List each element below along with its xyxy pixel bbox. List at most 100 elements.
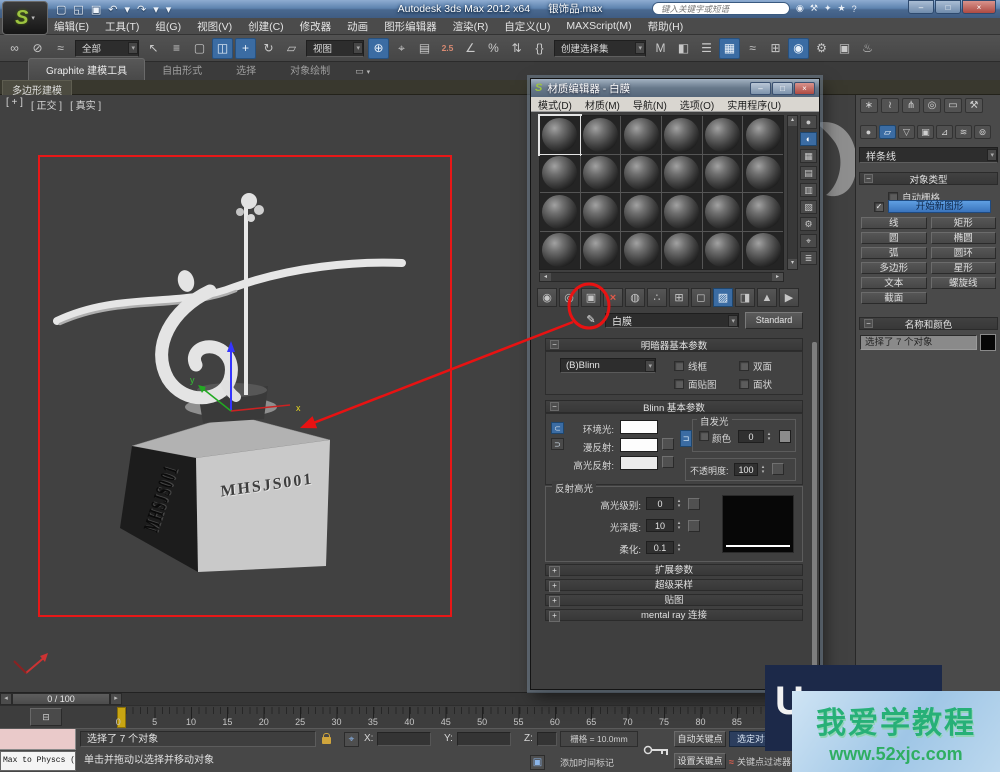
slots-horizontal-scrollbar[interactable]: ◂ ▸ [539, 272, 784, 282]
absolute-mode-icon[interactable]: ⌖ [344, 732, 359, 747]
scroll-up-icon[interactable]: ▴ [788, 116, 797, 126]
material-id-channel-icon[interactable]: ◻ [691, 288, 711, 307]
soften-field[interactable]: 0.1 [646, 541, 674, 554]
time-slider-handle[interactable]: 0 / 100 [12, 693, 110, 705]
faceted-checkbox[interactable] [739, 379, 749, 389]
select-and-scale-icon[interactable]: ▱ [281, 38, 302, 59]
modify-tab-icon[interactable]: ≀ [881, 98, 899, 113]
blinn-basic-params-rollout[interactable]: −Blinn 基本参数 [545, 400, 803, 413]
maxscript-listener-button[interactable]: Max to Physcs ( [0, 751, 76, 771]
glossiness-map-button[interactable] [688, 520, 700, 532]
keyboard-shortcut-override-icon[interactable]: ▤ [414, 38, 435, 59]
scroll-right-icon[interactable]: ▸ [772, 273, 783, 281]
slots-vertical-scrollbar[interactable]: ▴ ▾ [787, 115, 798, 270]
ambient-color-swatch[interactable] [620, 420, 658, 434]
make-material-copy-icon[interactable]: ◍ [625, 288, 645, 307]
select-and-rotate-icon[interactable]: ↻ [258, 38, 279, 59]
selfillum-color-swatch[interactable] [779, 430, 791, 443]
snap-toggle-icon[interactable]: 2.5 [437, 38, 458, 59]
settings-icon[interactable]: ⚒ [810, 3, 818, 14]
select-and-move-icon[interactable]: + [235, 38, 256, 59]
material-type-button[interactable]: Standard [745, 312, 803, 329]
sample-slot-4[interactable] [662, 116, 702, 154]
opacity-map-button[interactable] [772, 463, 784, 475]
graphite-toggle-icon[interactable]: ▦ [719, 38, 740, 59]
select-by-material-icon[interactable]: ⌖ [800, 234, 817, 248]
create-tab-icon[interactable]: ∗ [860, 98, 878, 113]
angle-snap-icon[interactable]: ∠ [460, 38, 481, 59]
sample-slot-13[interactable] [540, 193, 580, 231]
selection-lock-icon[interactable] [322, 737, 331, 744]
specular-map-button[interactable] [662, 456, 674, 468]
x-coordinate-field[interactable] [377, 732, 431, 746]
sample-slot-1[interactable] [540, 116, 580, 154]
track-bar[interactable]: ⊟ 05101520253035404550556065707580859095… [0, 705, 855, 728]
dialog-scrollbar[interactable] [812, 342, 817, 702]
dialog-close-button[interactable]: × [794, 82, 815, 95]
previous-frame-icon[interactable]: ◂ [0, 693, 12, 705]
spinner-snap-icon[interactable]: ⇅ [506, 38, 527, 59]
dialog-menu-item-3[interactable]: 导航(N) [633, 97, 667, 112]
sample-slot-6[interactable] [743, 116, 783, 154]
assign-material-to-selection-icon[interactable]: ▣ [581, 288, 601, 307]
make-unique-icon[interactable]: ∴ [647, 288, 667, 307]
object-name-field[interactable]: 选择了 7 个对象 [860, 335, 977, 350]
motion-tab-icon[interactable]: ◎ [923, 98, 941, 113]
backlight-icon[interactable]: ◐ [800, 132, 817, 146]
ribbon-minimize-icon[interactable]: ▭▾ [355, 66, 370, 80]
search-icon[interactable]: ◉ [796, 3, 804, 14]
shape-button-1[interactable]: 线 [861, 217, 927, 229]
shape-button-7[interactable]: 多边形 [861, 262, 927, 274]
specular-level-map-button[interactable] [688, 498, 700, 510]
dialog-title-bar[interactable]: S 材质编辑器 - 白膜 – □ × [531, 79, 819, 97]
mini-curve-editor-button[interactable]: ⊟ [30, 708, 62, 726]
sample-slot-12[interactable] [743, 155, 783, 193]
search-input[interactable] [652, 2, 790, 15]
close-button[interactable]: × [962, 0, 996, 14]
spinner-icon[interactable] [765, 430, 773, 443]
key-filters-button[interactable]: 关键点过滤器 [737, 755, 791, 768]
menu-item-10[interactable]: 自定义(U) [504, 19, 550, 34]
diffuse-map-button[interactable] [662, 438, 674, 450]
systems-icon[interactable]: ⊚ [974, 125, 991, 139]
sample-tiling-icon[interactable]: ▤ [800, 166, 817, 180]
collapsed-rollout-4[interactable]: mental ray 连接 [545, 609, 803, 621]
dialog-minimize-button[interactable]: – [750, 82, 771, 95]
application-menu-button[interactable]: S ▾ [2, 1, 48, 35]
go-to-parent-icon[interactable]: ▲ [757, 288, 777, 307]
sample-slot-16[interactable] [662, 193, 702, 231]
render-production-icon[interactable]: ♨ [857, 38, 878, 59]
space-warps-icon[interactable]: ≋ [955, 125, 972, 139]
display-tab-icon[interactable]: ▭ [944, 98, 962, 113]
spinner-icon[interactable] [759, 463, 767, 476]
start-new-shape-button[interactable]: 开始新图形 [888, 200, 991, 213]
window-crossing-icon[interactable]: ◫ [212, 38, 233, 59]
diffuse-color-swatch[interactable] [620, 438, 658, 452]
viewport-menu-general[interactable]: [ + ] [6, 97, 23, 112]
scroll-down-icon[interactable]: ▾ [788, 259, 797, 269]
shapes-icon[interactable]: ▱ [879, 125, 896, 139]
curve-editor-icon[interactable]: ≈ [742, 38, 763, 59]
shape-category-dropdown[interactable]: 样条线▾ [859, 147, 998, 163]
sample-slot-15[interactable] [621, 193, 661, 231]
menu-item-11[interactable]: MAXScript(M) [566, 20, 631, 32]
lock-highlight-button[interactable]: ⊐ [680, 430, 692, 447]
put-to-library-icon[interactable]: ⊞ [669, 288, 689, 307]
minimize-button[interactable]: – [908, 0, 934, 14]
sample-slot-23[interactable] [703, 232, 743, 270]
object-type-rollout-header[interactable]: −对象类型 [859, 172, 998, 185]
tab-graphite-modeling[interactable]: Graphite 建模工具 [28, 58, 145, 80]
maximize-button[interactable]: □ [935, 0, 961, 14]
menu-item-12[interactable]: 帮助(H) [648, 19, 684, 34]
sample-slot-7[interactable] [540, 155, 580, 193]
collapsed-rollout-2[interactable]: 超级采样 [545, 579, 803, 591]
align-icon[interactable]: ◧ [673, 38, 694, 59]
options-icon[interactable]: ⚙ [800, 217, 817, 231]
face-map-checkbox[interactable] [674, 379, 684, 389]
dialog-menu-item-4[interactable]: 选项(O) [680, 97, 714, 112]
dialog-menu-item-2[interactable]: 材质(M) [585, 97, 620, 112]
menu-item-9[interactable]: 渲染(R) [453, 19, 489, 34]
maxscript-mini-listener[interactable] [0, 729, 76, 750]
material-editor-icon[interactable]: ◉ [788, 38, 809, 59]
selfillum-color-checkbox[interactable] [699, 431, 709, 441]
